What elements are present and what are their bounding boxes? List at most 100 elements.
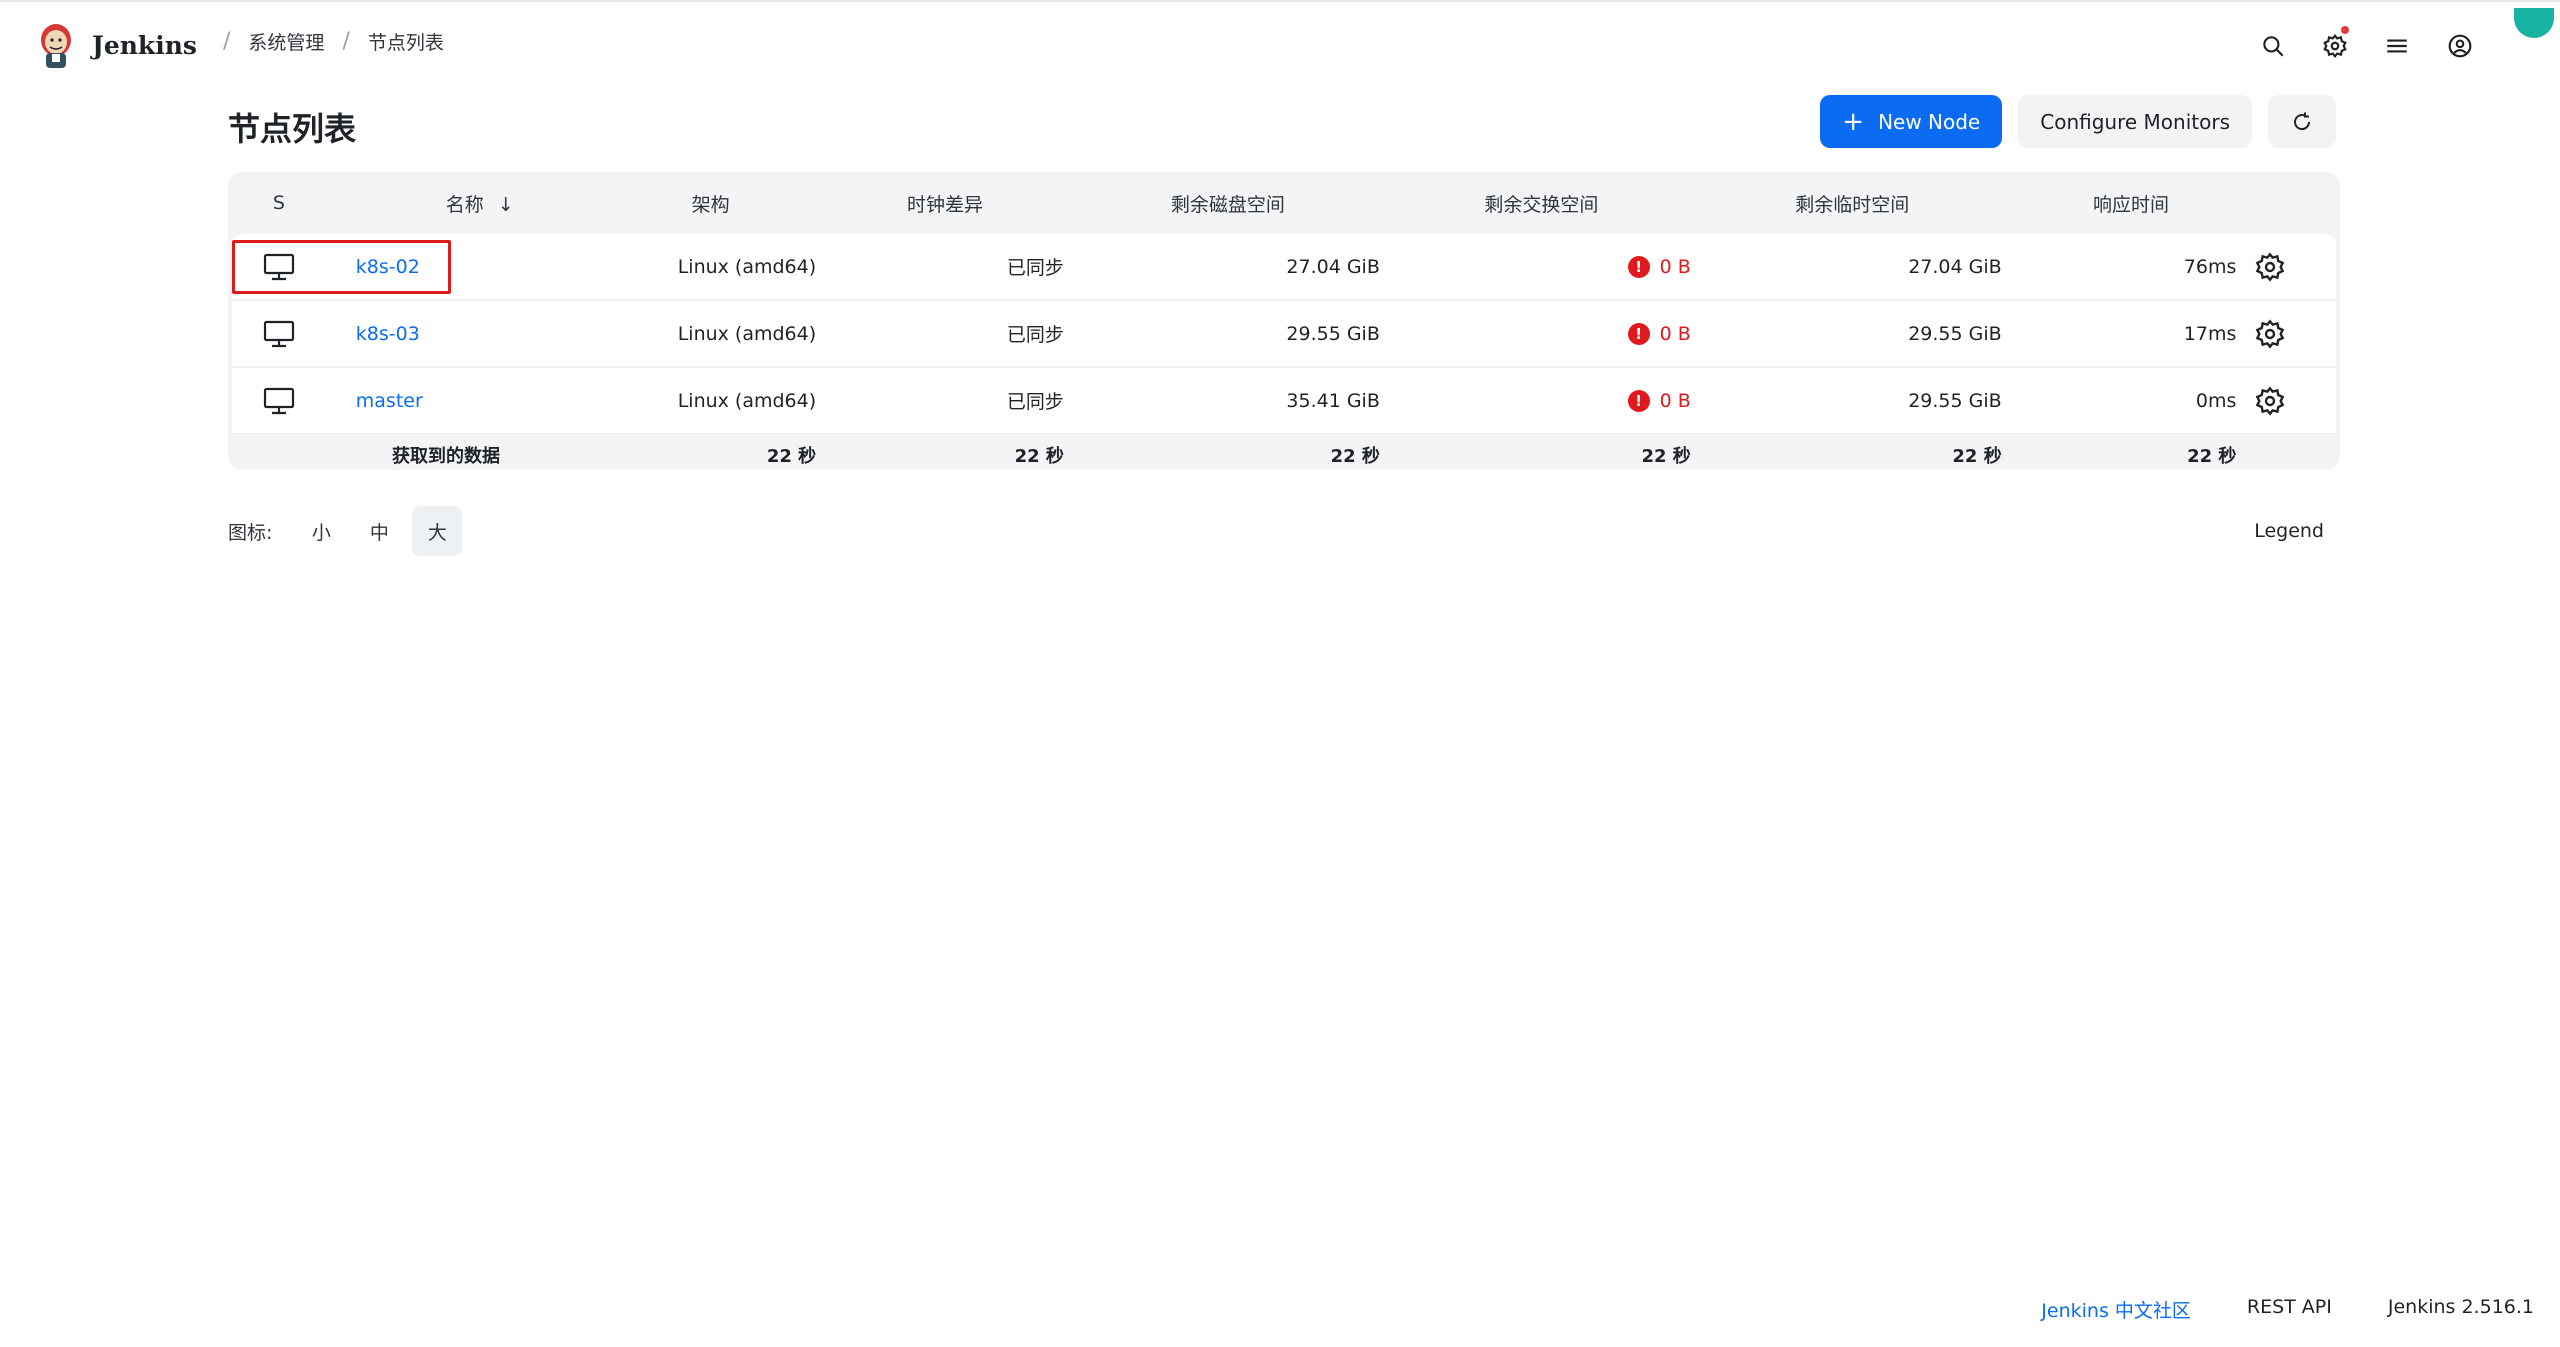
name-cell: k8s-02 (325, 234, 601, 301)
col-header-tmp[interactable]: 剩余临时空间 (1697, 172, 2008, 234)
swap-value: 0 B (1659, 323, 1691, 345)
error-icon: ! (1627, 323, 1650, 345)
footer-clock-age: 22 秒 (1014, 446, 1064, 467)
table-header-row: S 名称 ↓ 架构 时钟差异 剩余磁盘空间 剩余交换空间 剩余临时空间 响应时间 (232, 172, 2336, 234)
col-header-clock[interactable]: 时钟差异 (820, 172, 1070, 234)
computer-icon (263, 253, 294, 280)
breadcrumb-item-node-list[interactable]: 节点列表 (368, 28, 444, 55)
tmp-cell: 29.55 GiB (1696, 368, 2008, 435)
table-footer-row: 获取到的数据 22 秒 22 秒 22 秒 22 秒 22 秒 22 秒 (232, 435, 2336, 475)
icon-size-label: 图标: (228, 521, 273, 544)
extension-badge[interactable] (2514, 8, 2554, 38)
configure-node-gear-icon[interactable] (2254, 385, 2286, 417)
footer-tmp-age: 22 秒 (1952, 446, 2002, 467)
col-header-status[interactable]: S (232, 172, 326, 234)
data-obtained-label: 获取到的数据 (392, 446, 500, 467)
menu-button[interactable] (2377, 26, 2417, 66)
icon-size-small[interactable]: 小 (296, 506, 346, 556)
notification-dot (2341, 26, 2349, 34)
search-icon (2263, 36, 2284, 57)
status-cell (232, 234, 326, 301)
arch-cell: Linux (amd64) (601, 301, 821, 368)
page-actions: + New Node Configure Monitors (1820, 95, 2336, 148)
icon-size-medium[interactable]: 中 (354, 506, 404, 556)
disk-cell: 29.55 GiB (1069, 301, 1386, 368)
sort-arrow-icon: ↓ (497, 193, 514, 216)
col-header-config (2254, 172, 2336, 234)
config-cell (2254, 301, 2336, 368)
arch-cell: Linux (amd64) (601, 234, 821, 301)
icon-size-selector: 图标: 小 中 大 (228, 506, 463, 556)
col-header-response[interactable]: 响应时间 (2008, 172, 2255, 234)
breadcrumb-item-system-management[interactable]: 系统管理 (248, 28, 324, 55)
page-footer: Jenkins 中文社区 REST API Jenkins 2.516.1 (2041, 1296, 2534, 1323)
disk-cell: 27.04 GiB (1069, 234, 1386, 301)
nodes-table-container: S 名称 ↓ 架构 时钟差异 剩余磁盘空间 剩余交换空间 剩余临时空间 响应时间… (228, 172, 2340, 470)
refresh-icon (2294, 112, 2311, 130)
status-cell (232, 301, 326, 368)
icon-size-large[interactable]: 大 (412, 506, 463, 556)
plus-icon: + (1842, 106, 1865, 137)
col-header-name[interactable]: 名称 ↓ (326, 172, 601, 234)
col-header-name-label: 名称 (445, 193, 484, 216)
config-cell (2254, 368, 2336, 435)
col-header-disk[interactable]: 剩余磁盘空间 (1070, 172, 1386, 234)
configure-node-gear-icon[interactable] (2254, 318, 2286, 350)
hamburger-icon (2387, 39, 2407, 53)
brand[interactable]: Jenkins (34, 20, 197, 70)
legend-link[interactable]: Legend (2254, 520, 2324, 542)
computer-icon (263, 320, 294, 347)
table-row: master Linux (amd64) 已同步 35.41 GiB ! 0 B … (232, 368, 2336, 435)
manage-jenkins-button[interactable] (2315, 26, 2355, 66)
breadcrumb: / 系统管理 / 节点列表 (205, 28, 444, 55)
node-link[interactable]: master (356, 390, 423, 412)
error-icon: ! (1627, 390, 1650, 412)
response-cell: 0ms (2007, 368, 2255, 435)
clock-cell: 已同步 (820, 234, 1070, 301)
page-title: 节点列表 (228, 110, 357, 148)
response-cell: 76ms (2007, 234, 2255, 301)
clock-cell: 已同步 (820, 368, 1070, 435)
footer-disk-age: 22 秒 (1330, 446, 1380, 467)
top-header: Jenkins / 系统管理 / 节点列表 (0, 0, 2560, 90)
breadcrumb-separator: / (342, 29, 350, 54)
swap-cell: ! 0 B (1385, 301, 1697, 368)
table-row: k8s-03 Linux (amd64) 已同步 29.55 GiB ! 0 B … (232, 301, 2336, 368)
table-row: k8s-02 Linux (amd64) 已同步 27.04 GiB ! 0 B … (232, 234, 2336, 301)
response-cell: 17ms (2007, 301, 2255, 368)
gear-icon (2323, 33, 2347, 59)
footer-response-age: 22 秒 (2187, 446, 2237, 467)
user-account-button[interactable] (2440, 26, 2480, 66)
rest-api-link[interactable]: REST API (2247, 1296, 2332, 1323)
swap-cell: ! 0 B (1385, 234, 1697, 301)
swap-value: 0 B (1659, 390, 1691, 412)
community-link[interactable]: Jenkins 中文社区 (2041, 1296, 2191, 1323)
configure-node-gear-icon[interactable] (2254, 251, 2286, 283)
footer-arch-age: 22 秒 (766, 446, 817, 467)
search-button[interactable] (2253, 26, 2293, 66)
node-link[interactable]: k8s-02 (356, 256, 420, 278)
status-cell (232, 368, 326, 435)
nodes-table: S 名称 ↓ 架构 时钟差异 剩余磁盘空间 剩余交换空间 剩余临时空间 响应时间… (232, 172, 2336, 475)
footer-swap-age: 22 秒 (1641, 446, 1691, 467)
name-cell: master (325, 368, 601, 435)
user-circle-icon (2448, 34, 2472, 58)
tmp-cell: 29.55 GiB (1696, 301, 2008, 368)
brand-name: Jenkins (92, 30, 197, 60)
col-header-arch[interactable]: 架构 (601, 172, 820, 234)
new-node-button[interactable]: + New Node (1820, 95, 2003, 148)
configure-monitors-label: Configure Monitors (2040, 109, 2230, 134)
col-header-swap[interactable]: 剩余交换空间 (1386, 172, 1697, 234)
jenkins-logo (41, 24, 71, 68)
version-link[interactable]: Jenkins 2.516.1 (2388, 1296, 2534, 1323)
disk-cell: 35.41 GiB (1069, 368, 1386, 435)
arch-cell: Linux (amd64) (601, 368, 821, 435)
tmp-cell: 27.04 GiB (1696, 234, 2008, 301)
name-cell: k8s-03 (325, 301, 601, 368)
configure-monitors-button[interactable]: Configure Monitors (2018, 95, 2252, 148)
computer-icon (263, 387, 294, 414)
clock-cell: 已同步 (820, 301, 1070, 368)
breadcrumb-separator: / (223, 29, 231, 54)
refresh-button[interactable] (2268, 95, 2336, 148)
node-link[interactable]: k8s-03 (356, 323, 420, 345)
